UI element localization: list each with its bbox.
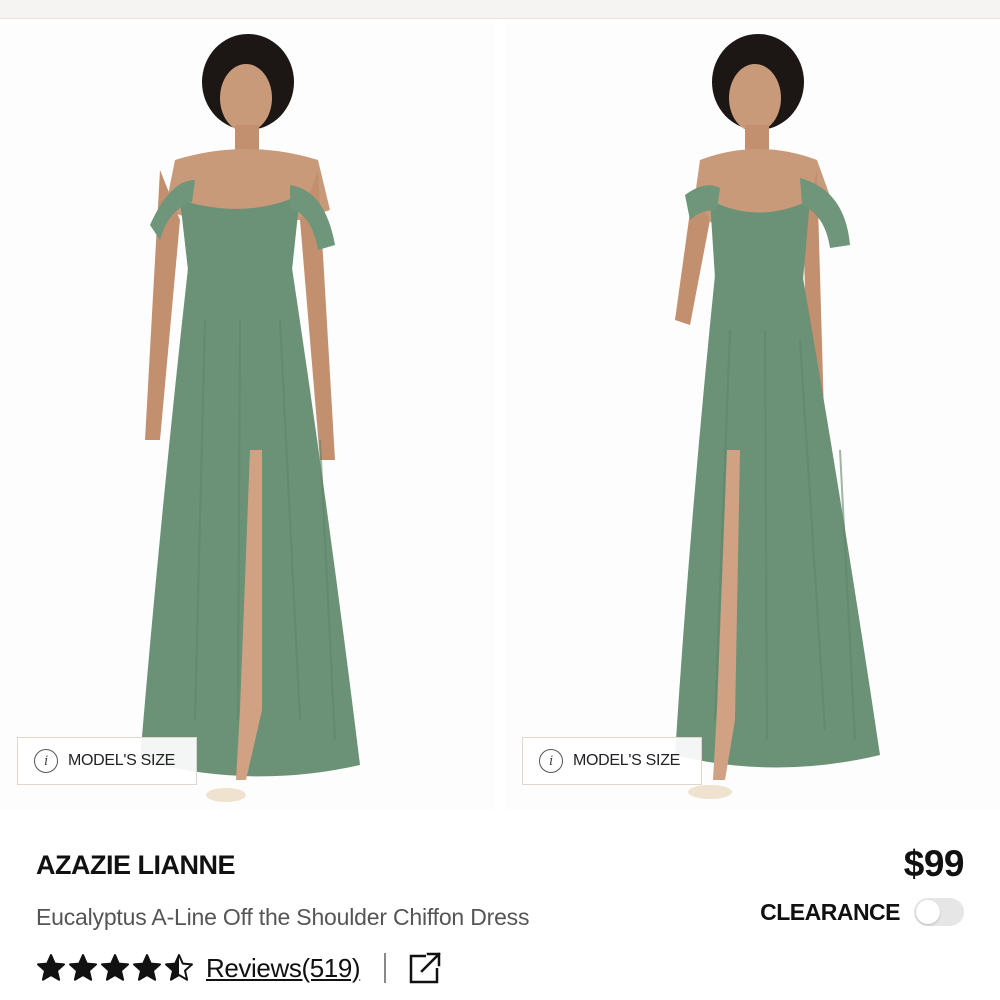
- model-size-label: MODEL'S SIZE: [68, 752, 176, 769]
- product-image-angle[interactable]: i MODEL'S SIZE: [505, 20, 1000, 810]
- toggle-knob: [916, 900, 940, 924]
- product-price: $99: [903, 843, 965, 884]
- reviews-link[interactable]: Reviews(519): [206, 953, 361, 984]
- clearance-label: CLEARANCE: [760, 898, 900, 925]
- external-link-icon[interactable]: [408, 951, 442, 985]
- star-full-icon: [37, 954, 65, 981]
- model-photo-front: [0, 20, 495, 810]
- model-size-button[interactable]: i MODEL'S SIZE: [522, 737, 702, 785]
- model-photo-angle: [505, 20, 1000, 810]
- star-half-icon: [165, 954, 193, 981]
- top-bar: [0, 0, 1000, 19]
- product-image-front[interactable]: i MODEL'S SIZE: [0, 20, 495, 810]
- clearance-row: CLEARANCE: [760, 898, 964, 926]
- star-full-icon: [69, 954, 97, 981]
- product-gallery: i MODEL'S SIZE i MODEL'S SIZE: [0, 20, 1000, 810]
- model-size-button[interactable]: i MODEL'S SIZE: [17, 737, 197, 785]
- rating-stars: [36, 953, 194, 983]
- product-title: Eucalyptus A-Line Off the Shoulder Chiff…: [36, 904, 530, 930]
- product-brand: AZAZIE LIANNE: [36, 850, 236, 880]
- rating-row: Reviews(519): [36, 948, 442, 988]
- star-full-icon: [133, 954, 161, 981]
- divider: [384, 953, 386, 983]
- clearance-toggle[interactable]: [914, 898, 964, 926]
- star-full-icon: [101, 954, 129, 981]
- info-icon: i: [539, 749, 563, 773]
- model-size-label: MODEL'S SIZE: [573, 752, 681, 769]
- info-icon: i: [34, 749, 58, 773]
